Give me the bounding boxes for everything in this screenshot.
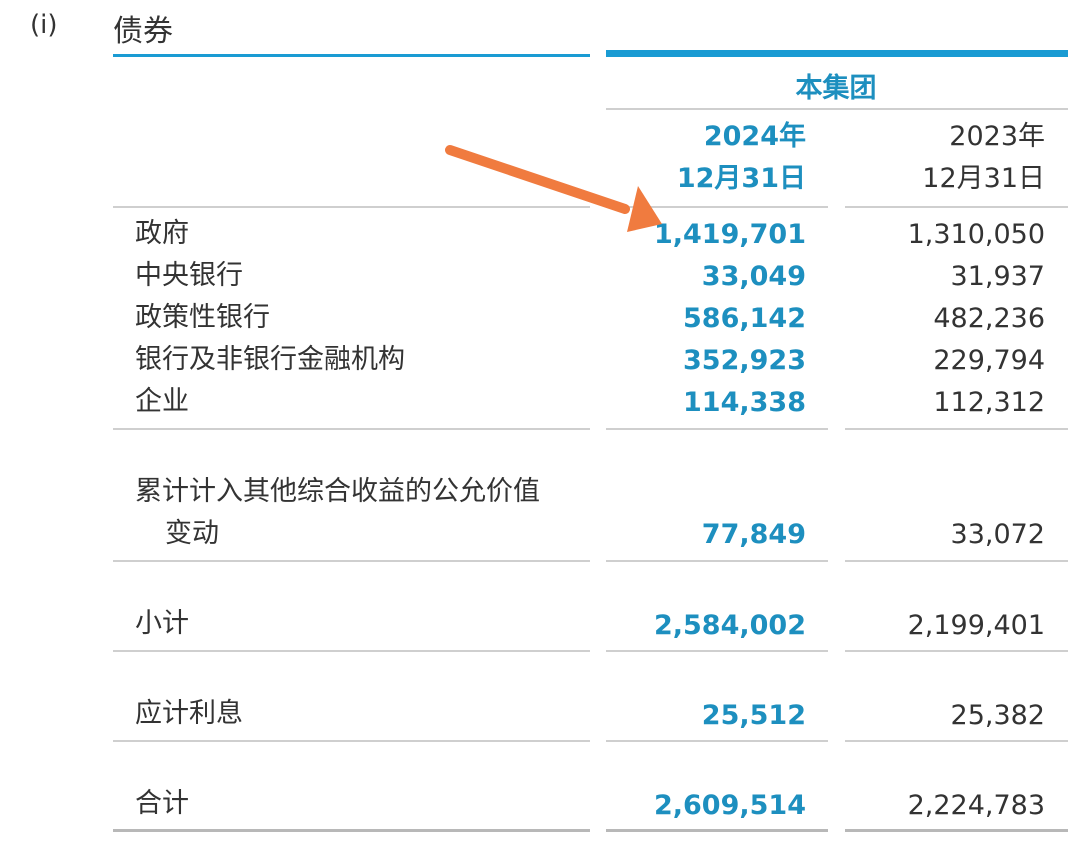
row-label-policy-banks: 政策性银行: [135, 302, 270, 333]
row-label-fair-value-line1: 累计计入其他综合收益的公允价值: [135, 476, 540, 507]
header-bottom-rule-right: [845, 206, 1068, 208]
value-current-subtotal: 2,584,002: [653, 610, 806, 641]
value-prior-total: 2,224,783: [907, 790, 1045, 821]
row-label-financial-institutions: 银行及非银行金融机构: [135, 344, 405, 375]
interest-rule-right: [845, 740, 1068, 742]
row-label-subtotal: 小计: [135, 608, 189, 639]
section-title: 债券: [113, 14, 173, 49]
details-rule-right: [845, 428, 1068, 430]
value-prior-subtotal: 2,199,401: [907, 610, 1045, 641]
value-prior-policy-banks: 482,236: [933, 303, 1045, 334]
group-label: 本集团: [795, 73, 877, 104]
prior-year-heading: 2023年: [949, 121, 1045, 152]
row-label-government: 政府: [135, 218, 189, 249]
group-underline: [606, 108, 1068, 110]
value-current-financial-institutions: 352,923: [683, 345, 806, 376]
row-label-fair-value-line2: 变动: [165, 518, 219, 549]
value-prior-corporate: 112,312: [933, 387, 1045, 418]
value-prior-fair-value: 33,072: [950, 519, 1045, 550]
fair-value-rule-left: [113, 560, 590, 562]
current-year-heading: 2024年: [703, 121, 806, 152]
header-bottom-rule-mid: [606, 206, 828, 208]
value-prior-central-bank: 31,937: [950, 261, 1045, 292]
interest-rule-mid: [606, 740, 828, 742]
row-label-total: 合计: [135, 788, 189, 819]
details-rule-mid: [606, 428, 828, 430]
current-date-heading: 12月31日: [676, 163, 806, 194]
value-prior-accrued-interest: 25,382: [950, 700, 1045, 731]
header-bottom-rule-left: [113, 206, 590, 208]
row-label-corporate: 企业: [135, 386, 189, 417]
header-rule-right: [606, 50, 1068, 57]
interest-rule-left: [113, 740, 590, 742]
value-current-corporate: 114,338: [683, 387, 806, 418]
total-rule-right: [845, 829, 1068, 832]
details-rule-left: [113, 428, 590, 430]
total-rule-mid: [606, 829, 828, 832]
fair-value-rule-right: [845, 560, 1068, 562]
value-prior-financial-institutions: 229,794: [933, 345, 1045, 376]
row-label-central-bank: 中央银行: [135, 260, 243, 291]
prior-date-heading: 12月31日: [922, 163, 1045, 194]
value-current-total: 2,609,514: [653, 790, 806, 821]
value-current-policy-banks: 586,142: [683, 303, 806, 334]
fair-value-rule-mid: [606, 560, 828, 562]
value-current-central-bank: 33,049: [701, 261, 806, 292]
value-current-accrued-interest: 25,512: [701, 700, 806, 731]
subtotal-rule-mid: [606, 650, 828, 652]
value-prior-government: 1,310,050: [907, 219, 1045, 250]
row-label-accrued-interest: 应计利息: [135, 698, 243, 729]
total-rule-left: [113, 829, 590, 832]
header-rule-left: [113, 54, 590, 57]
value-current-government: 1,419,701: [653, 219, 806, 250]
subtotal-rule-right: [845, 650, 1068, 652]
value-current-fair-value: 77,849: [701, 519, 806, 550]
section-number: (i): [30, 10, 58, 40]
subtotal-rule-left: [113, 650, 590, 652]
